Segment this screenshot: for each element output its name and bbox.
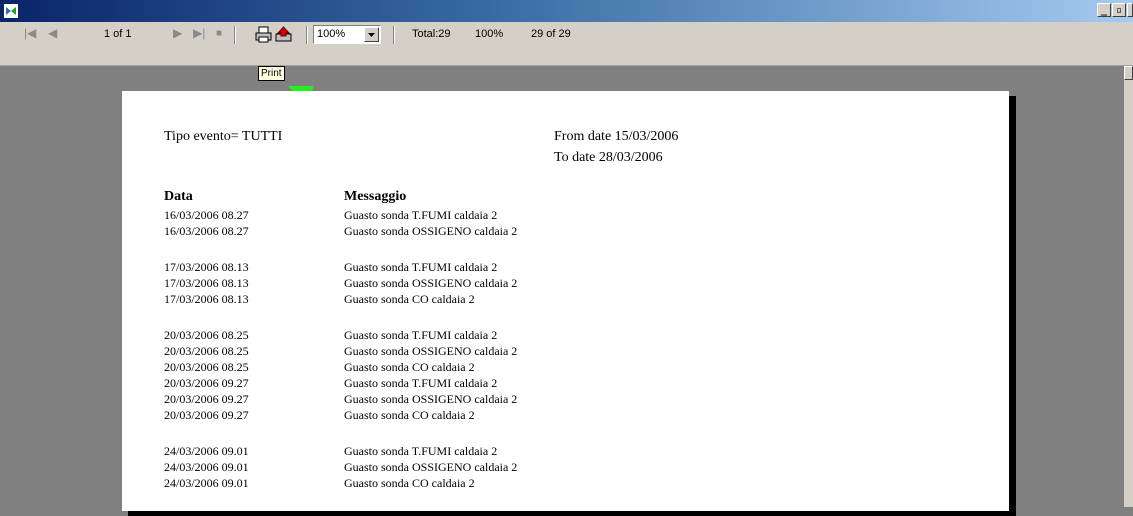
table-row-message: Guasto sonda T.FUMI caldaia 2 — [344, 376, 498, 390]
zoom-select[interactable]: 100% — [313, 25, 381, 44]
zoom-value: 100% — [317, 28, 346, 40]
table-row-date: 20/03/2006 08.25 — [164, 344, 249, 358]
toolbar-separator — [393, 26, 395, 44]
print-tooltip: Print — [258, 66, 285, 81]
total-count: Total:29 — [412, 28, 451, 40]
close-button[interactable] — [1127, 3, 1133, 17]
scroll-up-button[interactable] — [1124, 66, 1133, 80]
table-row-date: 17/03/2006 08.13 — [164, 260, 249, 274]
table-row-message: Guasto sonda OSSIGENO caldaia 2 — [344, 344, 518, 358]
to-date: To date 28/03/2006 — [554, 150, 663, 165]
table-row-message: Guasto sonda T.FUMI caldaia 2 — [344, 444, 498, 458]
column-header-data: Data — [164, 189, 193, 204]
minimize-button[interactable]: _ — [1097, 3, 1111, 17]
stop-icon[interactable]: ■ — [216, 28, 222, 46]
table-row-message: Guasto sonda OSSIGENO caldaia 2 — [344, 276, 518, 290]
table-row-message: Guasto sonda CO caldaia 2 — [344, 408, 475, 422]
title-bar: _ ▫ — [0, 0, 1133, 22]
export-icon[interactable] — [275, 26, 292, 43]
table-row-message: Guasto sonda T.FUMI caldaia 2 — [344, 208, 498, 222]
table-row-date: 17/03/2006 08.13 — [164, 292, 249, 306]
app-icon — [4, 4, 18, 18]
table-row-message: Guasto sonda T.FUMI caldaia 2 — [344, 328, 498, 342]
restore-button[interactable]: ▫ — [1112, 3, 1126, 17]
table-row-message: Guasto sonda OSSIGENO caldaia 2 — [344, 460, 518, 474]
toolbar-separator — [234, 26, 236, 44]
table-row-date: 24/03/2006 09.01 — [164, 444, 249, 458]
page-indicator: 1 of 1 — [104, 28, 132, 40]
table-row-message: Guasto sonda CO caldaia 2 — [344, 476, 475, 490]
table-row-date: 20/03/2006 09.27 — [164, 376, 249, 390]
table-row-date: 24/03/2006 09.01 — [164, 460, 249, 474]
table-row-date: 24/03/2006 09.01 — [164, 476, 249, 490]
report-page: Tipo evento= TUTTI From date 15/03/2006 … — [122, 91, 1009, 511]
table-row-message: Guasto sonda T.FUMI caldaia 2 — [344, 260, 498, 274]
first-page-icon[interactable]: |◀ — [24, 26, 36, 44]
column-header-messaggio: Messaggio — [344, 189, 407, 204]
table-row-message: Guasto sonda CO caldaia 2 — [344, 360, 475, 374]
table-row-message: Guasto sonda OSSIGENO caldaia 2 — [344, 224, 518, 238]
print-icon[interactable] — [255, 26, 272, 43]
table-row-date: 20/03/2006 09.27 — [164, 392, 249, 406]
table-row-message: Guasto sonda CO caldaia 2 — [344, 292, 475, 306]
table-row-date: 20/03/2006 08.25 — [164, 360, 249, 374]
record-count: 29 of 29 — [531, 28, 571, 40]
tipo-evento: Tipo evento= TUTTI — [164, 129, 283, 144]
table-row-message: Guasto sonda OSSIGENO caldaia 2 — [344, 392, 518, 406]
from-date: From date 15/03/2006 — [554, 129, 679, 144]
zoom-percent: 100% — [475, 28, 504, 40]
chevron-down-icon[interactable] — [364, 27, 379, 42]
table-row-date: 16/03/2006 08.27 — [164, 224, 249, 238]
table-row-date: 20/03/2006 09.27 — [164, 408, 249, 422]
table-row-date: 17/03/2006 08.13 — [164, 276, 249, 290]
last-page-icon[interactable]: ▶| — [193, 26, 205, 44]
table-row-date: 16/03/2006 08.27 — [164, 208, 249, 222]
vertical-scrollbar[interactable] — [1124, 66, 1133, 507]
report-toolbar: |◀ ◀ 1 of 1 ▶ ▶| ■ 100% Total:29 100% 29… — [0, 22, 1133, 66]
previous-page-icon[interactable]: ◀ — [48, 26, 57, 44]
next-page-icon[interactable]: ▶ — [173, 26, 182, 44]
toolbar-separator — [306, 26, 308, 44]
table-row-date: 20/03/2006 08.25 — [164, 328, 249, 342]
